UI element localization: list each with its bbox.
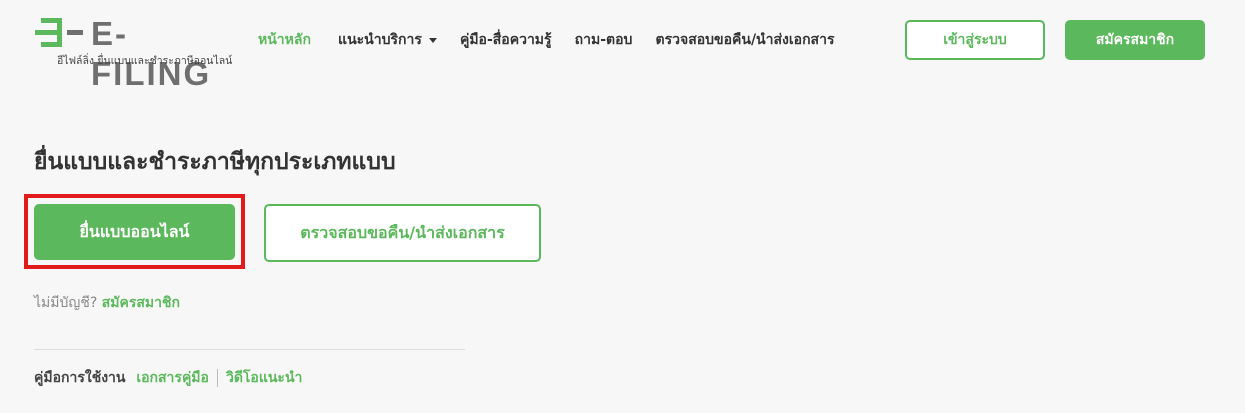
manual-label: คู่มือการใช้งาน bbox=[34, 370, 126, 386]
doc-manual-link[interactable]: เอกสารคู่มือ bbox=[136, 370, 209, 386]
nav-faq[interactable]: ถาม-ตอบ bbox=[575, 29, 633, 51]
link-separator bbox=[216, 369, 218, 387]
no-account-text: ไม่มีบัญชี? bbox=[34, 295, 98, 311]
login-button[interactable]: เข้าสู่ระบบ bbox=[905, 20, 1045, 60]
logo-tagline: อีไฟล์ลิ่ง ยื่นแบบและชำระภาษีออนไลน์ bbox=[57, 55, 233, 67]
nav-manuals[interactable]: คู่มือ-สื่อความรู้ bbox=[460, 29, 552, 51]
nav-check-refund[interactable]: ตรวจสอบขอคืน/นำส่งเอกสาร bbox=[656, 29, 835, 51]
nav-home[interactable]: หน้าหลัก bbox=[258, 29, 311, 51]
efiling-logo[interactable]: E-FILING อีไฟล์ลิ่ง ยื่นแบบและชำระภาษีออ… bbox=[35, 14, 233, 92]
nav-services[interactable]: แนะนำบริการ bbox=[338, 29, 437, 51]
signup-prompt: ไม่มีบัญชี? สมัครสมาชิก bbox=[34, 292, 180, 314]
file-online-button[interactable]: ยื่นแบบออนไลน์ bbox=[34, 204, 235, 260]
header: E-FILING อีไฟล์ลิ่ง ยื่นแบบและชำระภาษีออ… bbox=[0, 0, 1245, 92]
logo-mark-icon bbox=[35, 18, 83, 47]
video-link[interactable]: วิดีโอแนะนำ bbox=[226, 370, 302, 386]
register-button[interactable]: สมัครสมาชิก bbox=[1065, 20, 1205, 60]
page-title: ยื่นแบบและชำระภาษีทุกประเภทแบบ bbox=[34, 149, 396, 175]
signup-link[interactable]: สมัครสมาชิก bbox=[102, 295, 180, 311]
manual-links: คู่มือการใช้งาน เอกสารคู่มือ วิดีโอแนะนำ bbox=[34, 367, 302, 389]
divider bbox=[34, 349, 465, 350]
main-nav: หน้าหลัก แนะนำบริการ คู่มือ-สื่อความรู้ … bbox=[258, 29, 834, 51]
chevron-down-icon bbox=[428, 37, 437, 43]
nav-services-label: แนะนำบริการ bbox=[338, 32, 422, 48]
check-refund-button[interactable]: ตรวจสอบขอคืน/นำส่งเอกสาร bbox=[264, 204, 541, 262]
